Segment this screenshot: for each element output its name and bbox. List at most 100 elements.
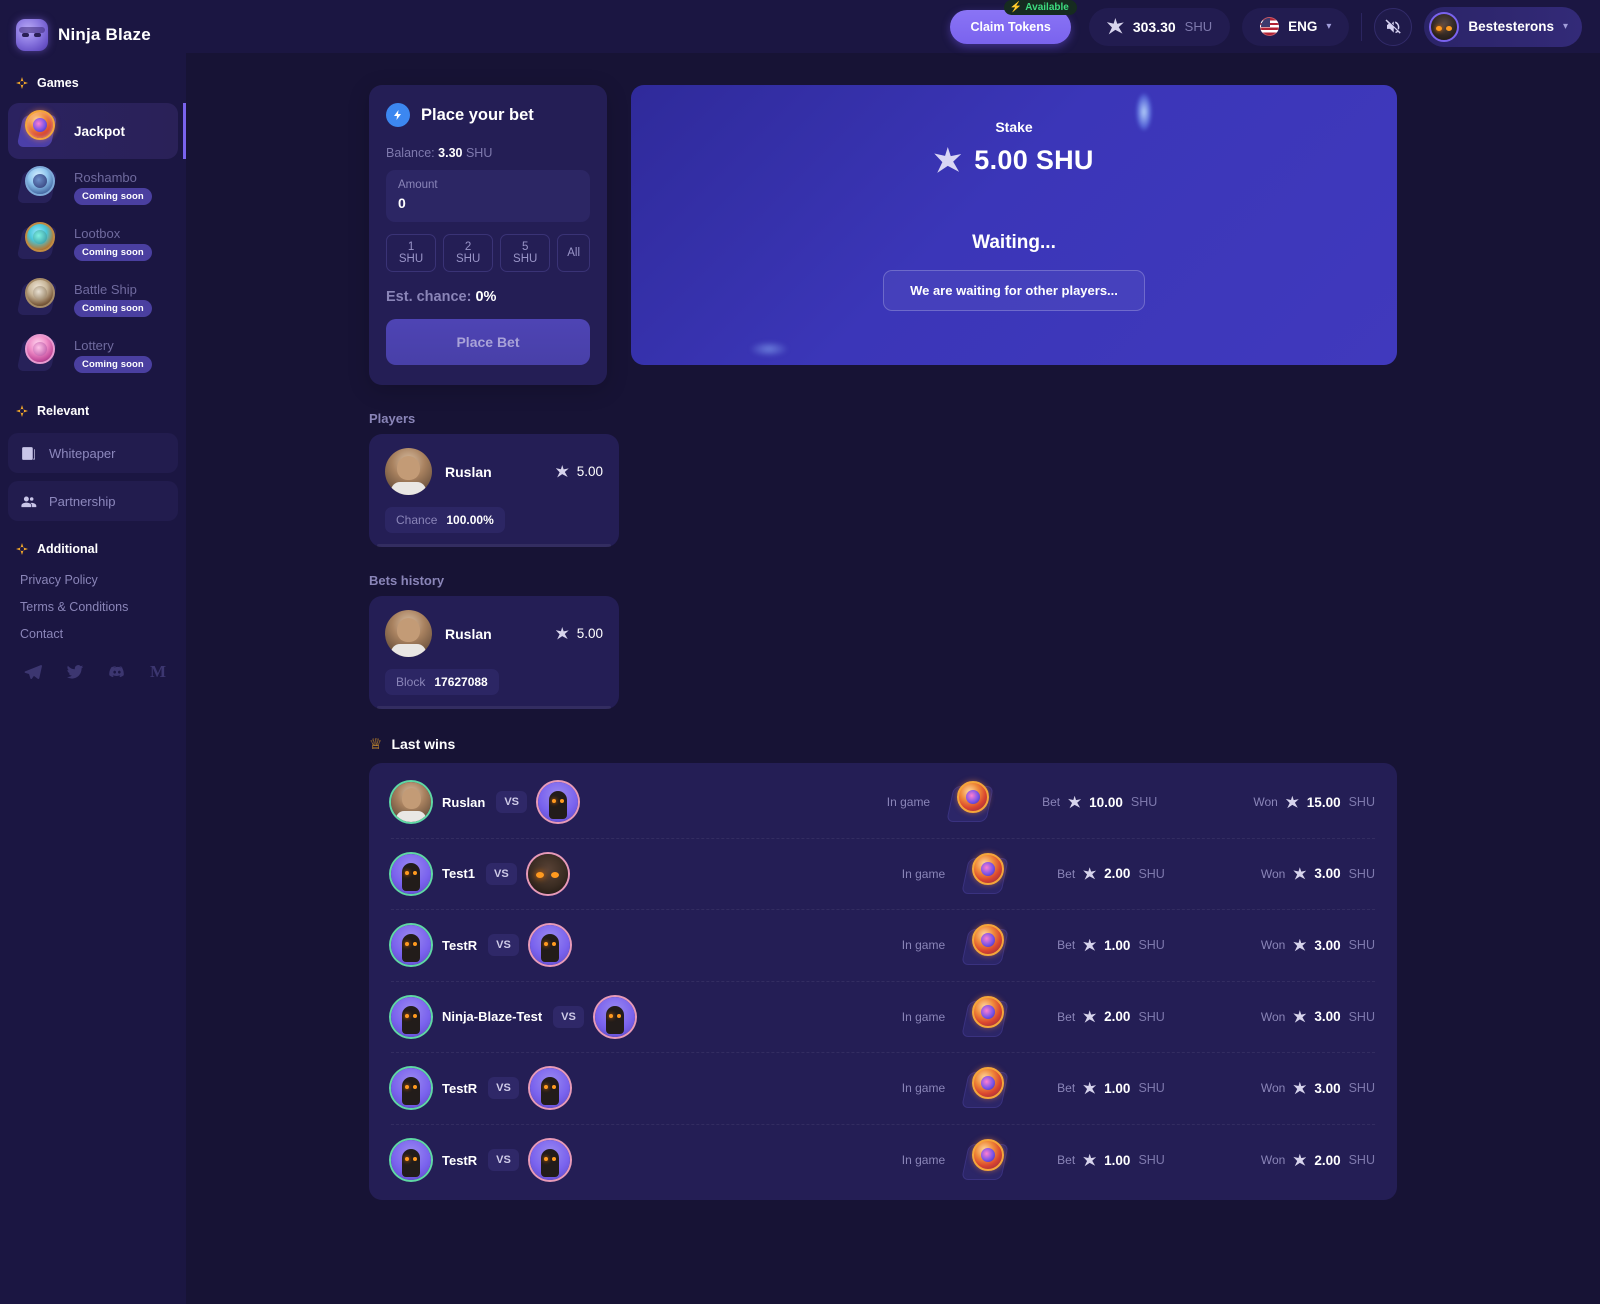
chance-tag: Chance 100.00%	[385, 507, 505, 533]
quick-bet-1-shu[interactable]: 1 SHU	[386, 234, 437, 272]
quick-bet-2-shu[interactable]: 2 SHU	[443, 234, 494, 272]
bet-value: 10.00	[1089, 794, 1123, 810]
balance-unit: SHU	[1184, 19, 1213, 34]
target-icon	[16, 405, 28, 417]
sidebar-item-lottery[interactable]: Lottery Coming soon	[8, 327, 178, 383]
bet-label: Bet	[1042, 795, 1061, 810]
amount-field-wrapper[interactable]: Amount	[386, 170, 590, 222]
table-row[interactable]: TestR VS In game Bet 1.00 SHU	[391, 1125, 1375, 1197]
matchup: Ninja-Blaze-Test VS	[391, 996, 635, 1037]
sidebar-item-whitepaper[interactable]: Whitepaper	[8, 433, 178, 473]
table-row[interactable]: TestR VS In game Bet 1.00 SHU	[391, 1053, 1375, 1125]
claim-tokens-wrapper: ⚡ Available Claim Tokens	[950, 0, 1077, 44]
table-row[interactable]: Test1 VS In game Bet 2.00 SHU Won 3.00 S…	[391, 839, 1375, 910]
player-name: Ruslan	[445, 463, 492, 480]
bet-value: 1.00	[1104, 1080, 1131, 1096]
chance-tag-value: 100.00%	[446, 513, 494, 527]
sidebar-item-label: Whitepaper	[49, 445, 116, 461]
people-icon	[20, 493, 37, 510]
jackpot-icon	[959, 1064, 1015, 1112]
balance-value: 3.30	[438, 146, 463, 160]
bets-history-title: Bets history	[369, 573, 445, 588]
bet-amount: Bet 1.00 SHU	[1057, 1081, 1165, 1096]
row-details: In game Bet 1.00 SHU Won 2.00 SHU	[902, 1136, 1375, 1184]
vs-label: VS	[553, 1005, 584, 1028]
available-badge-label: Available	[1025, 1, 1069, 13]
sidebar-item-jackpot[interactable]: Jackpot	[8, 103, 186, 159]
social-links: M	[0, 641, 186, 681]
won-unit: SHU	[1348, 938, 1375, 953]
main-area: ⚡ Available Claim Tokens 303.30 SHU ENG …	[186, 0, 1600, 1304]
won-amount: Won 3.00 SHU	[1261, 1081, 1375, 1096]
avatar	[391, 1068, 431, 1109]
vs-label: VS	[488, 1077, 519, 1100]
amount-input[interactable]	[398, 195, 578, 211]
sidebar-section-additional: Additional	[0, 535, 186, 563]
shuriken-icon	[1083, 1153, 1097, 1167]
discord-icon[interactable]	[108, 663, 126, 681]
won-amount: Won 2.00 SHU	[1261, 1153, 1375, 1168]
bet-unit: SHU	[1138, 866, 1165, 881]
avatar	[1429, 11, 1460, 42]
block-tag-label: Block	[396, 675, 426, 689]
quick-bet-5-shu[interactable]: 5 SHU	[500, 234, 551, 272]
sidebar-item-contact[interactable]: Contact	[20, 627, 186, 641]
bet-unit: SHU	[1138, 1081, 1165, 1096]
sidebar-item-label: Roshambo	[74, 169, 137, 185]
sidebar-additional-links: Privacy Policy Terms & Conditions Contac…	[0, 573, 186, 641]
sidebar-item-battle-ship[interactable]: Battle Ship Coming soon	[8, 271, 178, 327]
sidebar-item-roshambo[interactable]: Roshambo Coming soon	[8, 159, 178, 215]
table-row[interactable]: Ninja-Blaze-Test VS In game Bet 2.00 SHU	[391, 982, 1375, 1053]
sound-muted-icon[interactable]	[1374, 7, 1413, 46]
medium-icon[interactable]: M	[150, 663, 168, 681]
matchup: Test1 VS	[391, 853, 568, 894]
bet-unit: SHU	[1138, 938, 1165, 953]
sidebar-item-partnership[interactable]: Partnership	[8, 481, 178, 521]
player-amount-value: 5.00	[576, 626, 603, 641]
list-item: Ruslan 5.00	[385, 448, 603, 495]
telegram-icon[interactable]	[24, 663, 42, 681]
language-selector[interactable]: ENG ▾	[1242, 7, 1350, 46]
bet-value: 2.00	[1104, 866, 1131, 882]
app-root: Ninja Blaze Games Jackpot Roshambo Comin…	[0, 0, 1600, 1304]
brand[interactable]: Ninja Blaze	[0, 0, 186, 55]
twitter-icon[interactable]	[66, 663, 84, 681]
table-row[interactable]: TestR VS In game Bet 1.00 SHU	[391, 910, 1375, 982]
stake-value: 5.00 SHU	[974, 145, 1094, 175]
player-name: Test1	[442, 866, 475, 882]
place-bet-button[interactable]: Place Bet	[386, 319, 590, 365]
last-wins-header: ♕ Last wins	[186, 735, 1600, 753]
jackpot-icon	[959, 993, 1015, 1041]
stake-value-row: 5.00 SHU	[934, 145, 1093, 176]
bet-unit: SHU	[1138, 1009, 1165, 1024]
balance-pill[interactable]: 303.30 SHU	[1088, 7, 1231, 46]
sidebar-section-relevant: Relevant	[0, 397, 186, 425]
sidebar-item-lootbox[interactable]: Lootbox Coming soon	[8, 215, 178, 271]
won-unit: SHU	[1348, 1153, 1375, 1168]
won-value: 15.00	[1306, 794, 1341, 810]
sidebar-item-label: Partnership	[49, 493, 116, 509]
est-chance-label: Est. chance:	[386, 289, 472, 305]
sidebar-item-terms-conditions[interactable]: Terms & Conditions	[20, 600, 186, 614]
player-name: TestR	[442, 937, 478, 953]
content-area: Place your bet Balance: 3.30 SHU Amount …	[186, 53, 1600, 1200]
shuriken-icon	[1293, 1010, 1307, 1023]
top-row: Place your bet Balance: 3.30 SHU Amount …	[186, 85, 1600, 385]
avatar	[391, 782, 431, 823]
battleship-icon	[16, 276, 62, 322]
claim-tokens-button[interactable]: Claim Tokens	[950, 9, 1071, 44]
status-label: In game	[886, 795, 931, 810]
shuriken-icon	[1293, 1153, 1307, 1167]
amount-label: Amount	[398, 179, 438, 191]
user-menu[interactable]: Bestesterons ▾	[1424, 6, 1582, 47]
status-label: In game	[901, 1153, 946, 1168]
sidebar-section-relevant-label: Relevant	[37, 404, 90, 418]
chance-tag-label: Chance	[396, 513, 438, 527]
user-name: Bestesterons	[1468, 19, 1554, 34]
matchup: TestR VS	[391, 1140, 570, 1181]
sidebar-item-privacy-policy[interactable]: Privacy Policy	[20, 573, 186, 587]
quick-bet-all[interactable]: All	[557, 234, 591, 272]
avatar	[391, 1140, 431, 1181]
row-details: In game Bet 1.00 SHU Won 3.00 SHU	[902, 1064, 1375, 1112]
table-row[interactable]: Ruslan VS In game Bet 10.00 SHU Won 15.0…	[391, 767, 1375, 839]
